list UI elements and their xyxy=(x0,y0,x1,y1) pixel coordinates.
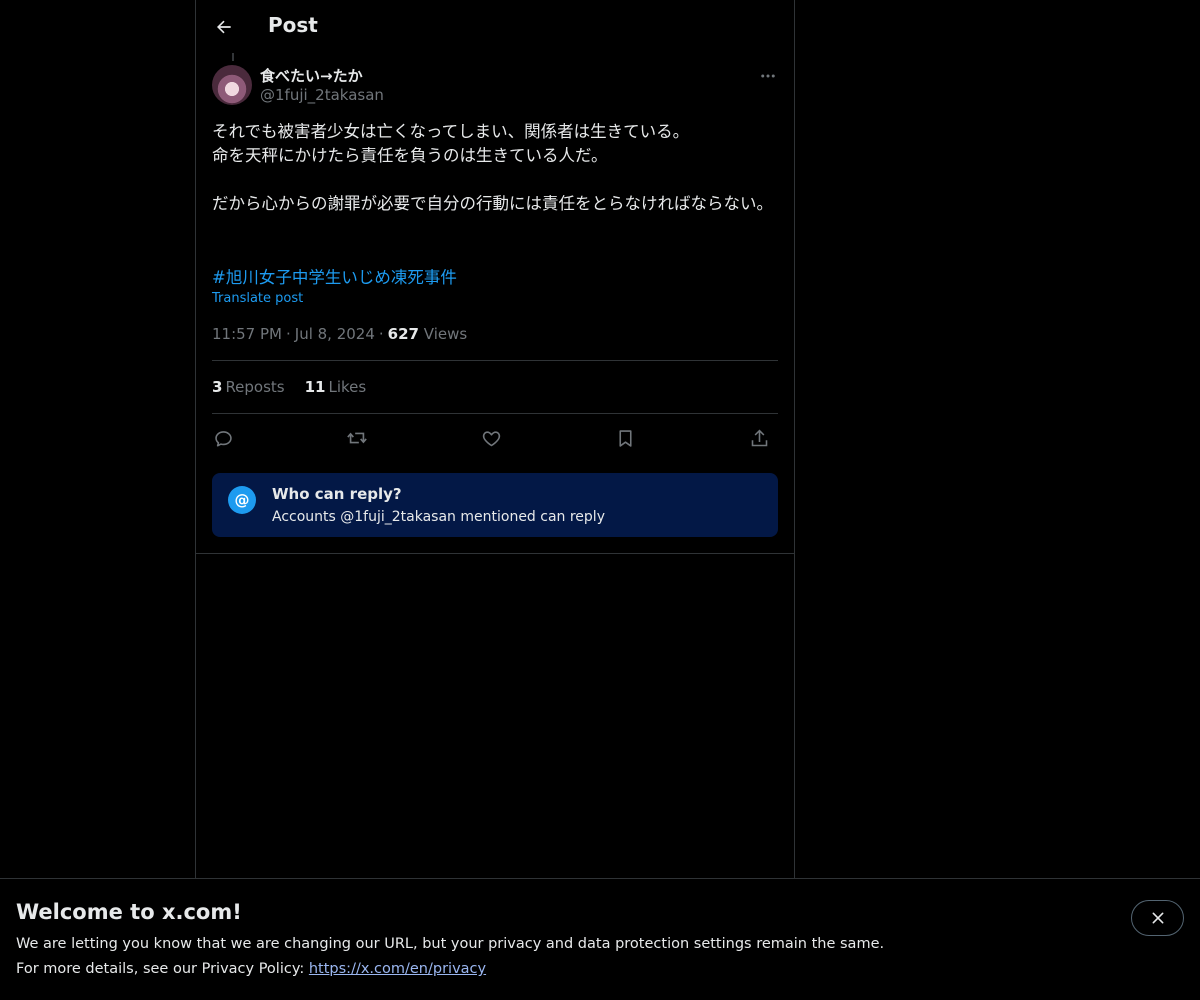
arrow-left-icon xyxy=(217,20,231,34)
page-title: Post xyxy=(268,13,318,37)
translate-post-link[interactable]: Translate post xyxy=(212,291,303,306)
views-label: Views xyxy=(423,325,468,343)
views-stat: 627 Views xyxy=(388,325,468,343)
divider xyxy=(212,413,778,414)
divider xyxy=(212,360,778,361)
avatar[interactable] xyxy=(212,65,252,105)
back-button[interactable] xyxy=(208,11,240,43)
bookmark-icon xyxy=(618,429,632,447)
welcome-banner: Welcome to x.com! We are letting you kno… xyxy=(0,878,1200,1000)
close-icon xyxy=(1152,912,1163,924)
share-button[interactable] xyxy=(744,423,774,453)
reply-icon xyxy=(214,430,232,447)
more-icon xyxy=(761,74,775,78)
reply-restriction-notice: @ Who can reply? Accounts @1fuji_2takasa… xyxy=(212,473,778,537)
author-display-name[interactable]: 食べたい→たか xyxy=(260,65,363,86)
banner-privacy-prefix: For more details, see our Privacy Policy… xyxy=(16,961,309,977)
reposts-count: 3 xyxy=(212,378,223,396)
repost-button[interactable] xyxy=(342,423,372,453)
reply-button[interactable] xyxy=(208,423,238,453)
banner-privacy-line: For more details, see our Privacy Policy… xyxy=(16,961,486,977)
like-button[interactable] xyxy=(476,423,506,453)
reposts-label: Reposts xyxy=(225,378,285,396)
banner-message: We are letting you know that we are chan… xyxy=(16,936,885,952)
post-column: Post 食べたい→たか @1fuji_2takasan それでも被害者少女は亡… xyxy=(195,0,795,1000)
more-options-button[interactable] xyxy=(756,64,780,88)
divider xyxy=(196,553,794,554)
post-date[interactable]: Jul 8, 2024 xyxy=(295,325,375,343)
repost-icon xyxy=(347,432,367,444)
share-icon xyxy=(751,429,767,446)
likes-stat[interactable]: 11 Likes xyxy=(305,378,367,396)
hashtag-link[interactable]: #旭川女子中学生いじめ凍死事件 xyxy=(212,264,457,288)
banner-close-button[interactable] xyxy=(1131,900,1184,936)
post-time[interactable]: 11:57 PM xyxy=(212,325,282,343)
likes-count: 11 xyxy=(304,378,326,396)
top-bar: Post xyxy=(196,0,794,53)
reply-restriction-title: Who can reply? xyxy=(272,485,402,503)
at-sign-icon: @ xyxy=(228,486,256,514)
thread-connector xyxy=(232,53,234,61)
reposts-stat[interactable]: 3 Reposts xyxy=(212,378,285,396)
privacy-policy-link[interactable]: https://x.com/en/privacy xyxy=(309,961,486,977)
bookmark-button[interactable] xyxy=(610,423,640,453)
banner-title: Welcome to x.com! xyxy=(16,900,242,924)
meta-separator: · xyxy=(285,325,291,343)
action-bar xyxy=(212,423,778,453)
reply-restriction-subtitle: Accounts @1fuji_2takasan mentioned can r… xyxy=(272,509,605,525)
views-count: 627 xyxy=(387,325,419,343)
likes-label: Likes xyxy=(328,378,367,396)
heart-icon xyxy=(482,430,500,446)
engagement-stats: 3 Reposts 11 Likes xyxy=(212,378,366,396)
post-meta: 11:57 PM · Jul 8, 2024 · 627 Views xyxy=(212,325,467,343)
meta-separator: · xyxy=(378,325,384,343)
post-text: それでも被害者少女は亡くなってしまい、関係者は生きている。 命を天秤にかけたら責… xyxy=(212,122,773,213)
author-handle[interactable]: @1fuji_2takasan xyxy=(260,86,384,104)
